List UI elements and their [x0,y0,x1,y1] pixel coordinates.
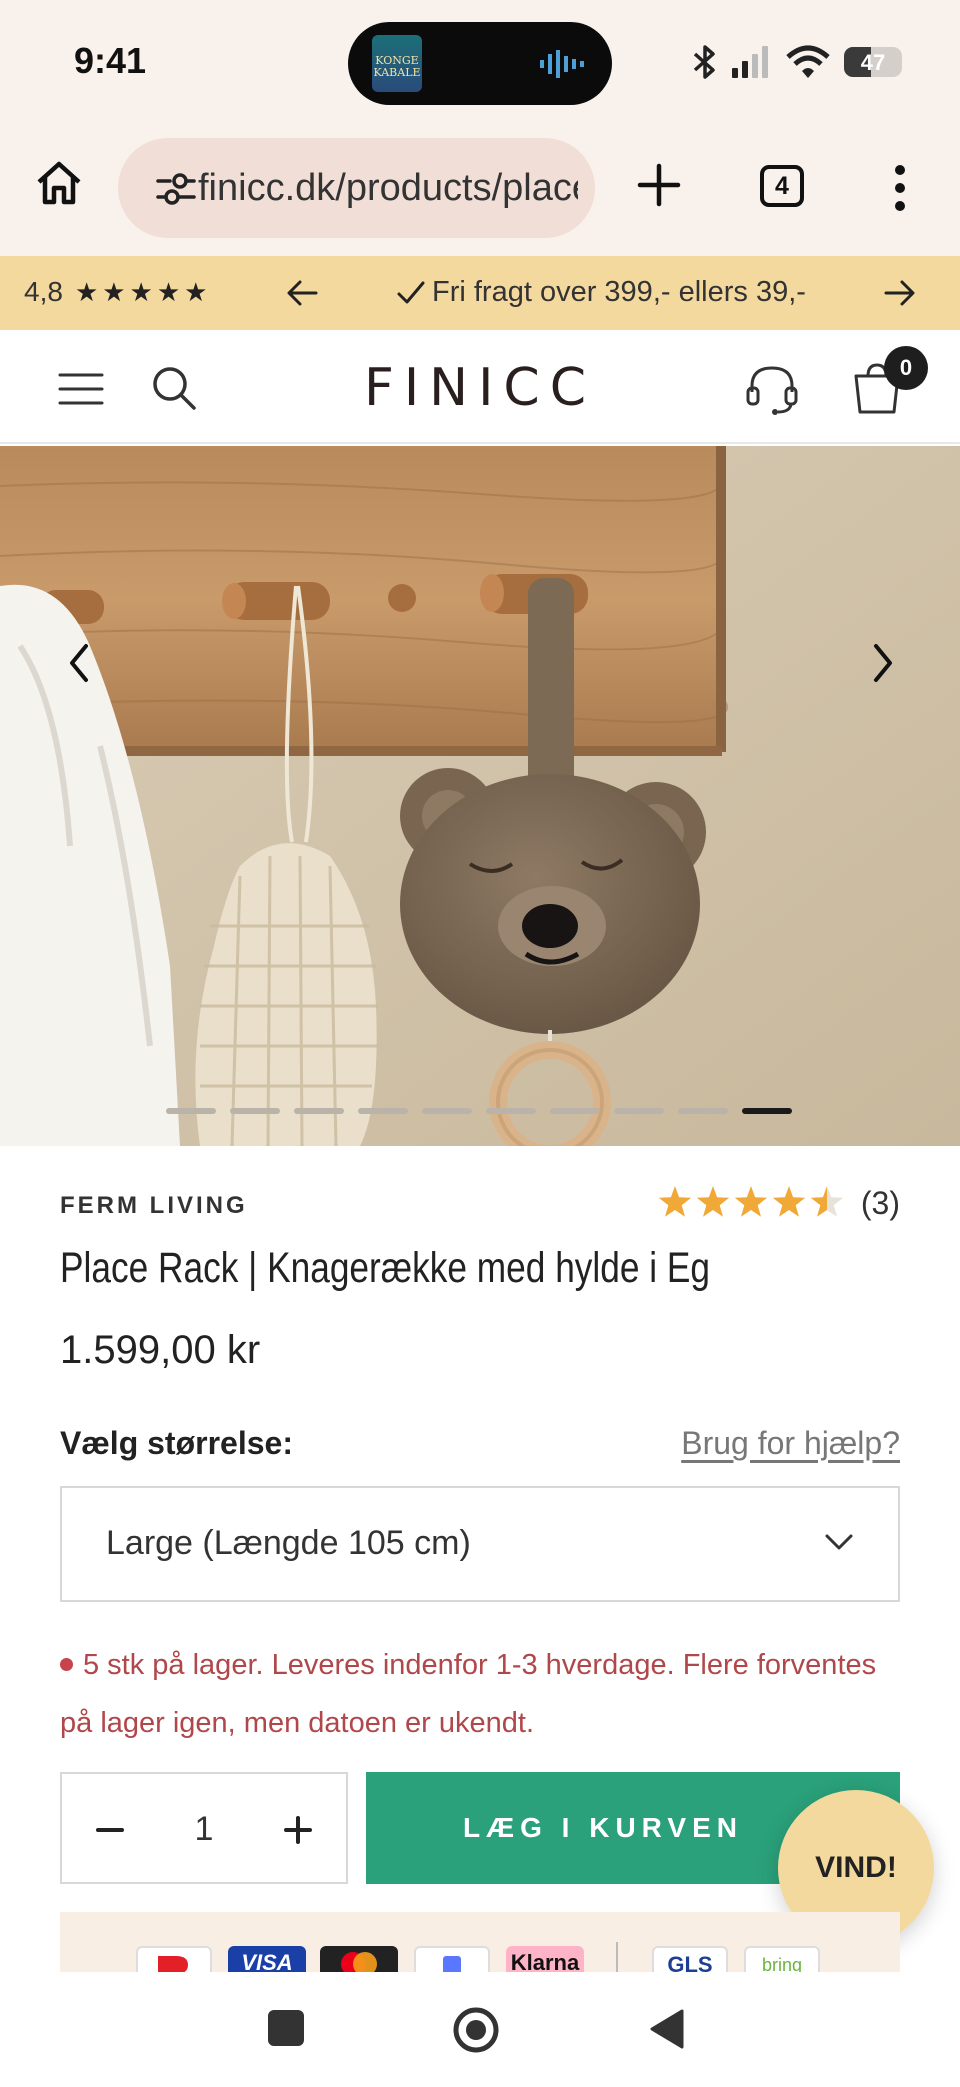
chevron-right-icon[interactable] [862,638,902,688]
product-brand[interactable]: FERM LIVING [60,1192,248,1220]
shop-rating-stars: ★★★★★ [74,276,212,307]
star-icon [734,1186,768,1217]
product-gallery[interactable] [0,446,960,1146]
gallery-pagination [166,1108,792,1114]
announcement-text: Fri fragt over 399,- ellers 39,- [432,276,806,308]
mastercard-icon [320,1946,398,1972]
more-icon[interactable] [892,164,908,212]
star-icon [658,1186,692,1217]
status-bar: 9:41 KONGE KABALE 47 [0,0,960,128]
gallery-dot[interactable] [294,1108,344,1114]
size-label: Vælg størrelse: [60,1425,293,1461]
size-select-value: Large (Længde 105 cm) [106,1524,471,1562]
product-rating[interactable]: (3) [657,1184,900,1222]
audio-wave-icon [540,50,584,78]
star-icon [810,1186,844,1217]
product-title: Place Rack | Knagerække med hylde i Eg [60,1244,711,1292]
arrow-right-icon[interactable] [884,278,916,308]
chevron-left-icon[interactable] [60,638,100,688]
plus-icon[interactable] [284,1816,312,1844]
stock-dot-icon [60,1658,73,1671]
chevron-down-icon [825,1534,853,1550]
gallery-dot[interactable] [166,1108,216,1114]
battery-level: 47 [860,50,886,75]
stock-message: 5 stk på lager. Leveres indenfor 1-3 hve… [60,1649,877,1739]
gallery-dot[interactable] [230,1108,280,1114]
dynamic-island[interactable]: KONGE KABALE [348,22,612,105]
url-text[interactable]: finicc.dk/products/place-rack [198,167,578,210]
rating-stars-icon [658,1186,844,1217]
product-price: 1.599,00 kr [60,1328,261,1372]
address-bar[interactable]: finicc.dk/products/place-rack [118,138,595,238]
review-count: (3) [860,1184,900,1221]
star-icon [696,1186,730,1217]
gls-icon: GLS [652,1946,728,1972]
site-logo[interactable]: FINICC [0,358,960,418]
dankort-icon [136,1946,212,1972]
payment-divider [616,1942,618,1972]
status-icons: 47 [692,44,902,80]
announcement-bar: 4,8 ★★★★★ Fri fragt over 399,- ellers 39… [0,256,960,330]
size-help-link[interactable]: Brug for hjælp? [681,1425,900,1462]
gallery-dot[interactable] [742,1108,792,1114]
shop-rating[interactable]: 4,8 ★★★★★ [24,276,211,308]
status-time: 9:41 [74,40,147,81]
arrow-left-icon[interactable] [286,278,318,308]
gallery-dot[interactable] [678,1108,728,1114]
gallery-dot[interactable] [486,1108,536,1114]
tabs-icon[interactable]: 4 [760,165,804,207]
product-image [0,446,960,1146]
support-headset-icon[interactable] [744,360,800,416]
new-tab-icon[interactable] [636,162,682,208]
site-header: FINICC 0 [0,330,960,444]
shop-rating-value: 4,8 [24,276,63,307]
gallery-dot[interactable] [614,1108,664,1114]
payment-methods: VISA Klarna GLS bring [60,1912,900,1972]
visa-icon: VISA [228,1946,306,1972]
gallery-dot[interactable] [422,1108,472,1114]
island-app-icon: KONGE KABALE [372,35,422,92]
browser-toolbar: finicc.dk/products/place-rack 4 [0,128,960,256]
gallery-dot[interactable] [358,1108,408,1114]
stock-status: 5 stk på lager. Leveres indenfor 1-3 hve… [60,1636,900,1752]
bring-icon: bring [744,1946,820,1972]
mobilepay-icon [414,1946,490,1972]
size-select[interactable]: Large (Længde 105 cm) [60,1486,900,1602]
wifi-icon [786,45,830,78]
gallery-dot[interactable] [550,1108,600,1114]
star-icon [772,1186,806,1217]
home-icon[interactable] [34,158,84,208]
home-circle-icon[interactable] [452,2006,500,2054]
klarna-icon: Klarna [506,1946,584,1972]
announcement-message: Fri fragt over 399,- ellers 39,- [396,276,806,309]
check-icon [397,281,425,303]
site-settings-icon[interactable] [156,172,196,206]
signal-icon [732,46,768,78]
recents-icon[interactable] [268,2010,304,2046]
system-navigation-bar [0,1972,960,2087]
cart-count-badge[interactable]: 0 [884,346,928,390]
bluetooth-icon [693,45,715,79]
battery-icon: 47 [844,47,902,77]
back-icon[interactable] [648,2008,686,2050]
quantity-stepper: 1 [60,1772,348,1884]
